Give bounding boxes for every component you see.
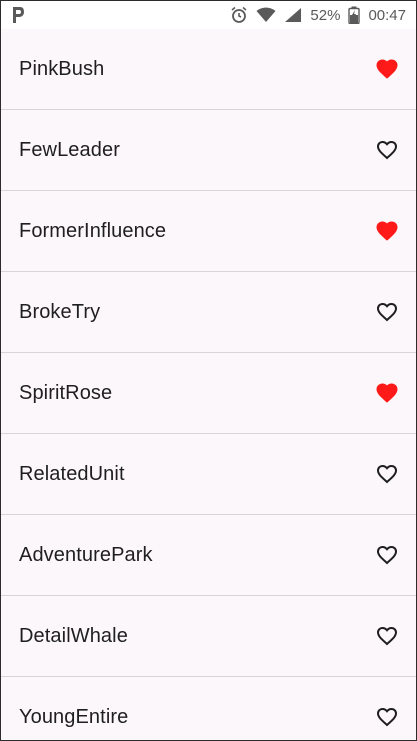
signal-icon bbox=[284, 7, 302, 23]
heart-filled-icon[interactable] bbox=[374, 56, 400, 82]
alarm-icon bbox=[230, 6, 248, 24]
heart-outline-icon[interactable] bbox=[374, 461, 400, 487]
item-label: DetailWhale bbox=[19, 624, 128, 647]
list-item[interactable]: YoungEntire bbox=[1, 677, 416, 740]
item-label: FewLeader bbox=[19, 138, 120, 161]
item-label: PinkBush bbox=[19, 57, 105, 80]
p-logo-icon bbox=[11, 6, 25, 24]
list-item[interactable]: FormerInfluence bbox=[1, 191, 416, 272]
battery-percent: 52% bbox=[310, 6, 341, 24]
list-item[interactable]: AdventurePark bbox=[1, 515, 416, 596]
heart-outline-icon[interactable] bbox=[374, 542, 400, 568]
heart-outline-icon[interactable] bbox=[374, 704, 400, 730]
heart-outline-icon[interactable] bbox=[374, 623, 400, 649]
wifi-icon bbox=[256, 7, 276, 23]
item-label: FormerInfluence bbox=[19, 219, 167, 242]
status-right: 52% 00:47 bbox=[230, 6, 406, 24]
heart-filled-icon[interactable] bbox=[374, 380, 400, 406]
heart-outline-icon[interactable] bbox=[374, 137, 400, 163]
status-time: 00:47 bbox=[368, 6, 406, 24]
status-bar: 52% 00:47 bbox=[1, 1, 416, 29]
item-label: BrokeTry bbox=[19, 300, 101, 323]
item-label: SpiritRose bbox=[19, 381, 113, 404]
item-list: PinkBush FewLeader FormerInfluence Broke… bbox=[1, 29, 416, 740]
list-item[interactable]: DetailWhale bbox=[1, 596, 416, 677]
list-item[interactable]: BrokeTry bbox=[1, 272, 416, 353]
item-label: RelatedUnit bbox=[19, 462, 125, 485]
list-item[interactable]: SpiritRose bbox=[1, 353, 416, 434]
item-label: YoungEntire bbox=[19, 705, 129, 728]
battery-charging-icon bbox=[348, 6, 361, 24]
heart-outline-icon[interactable] bbox=[374, 299, 400, 325]
item-label: AdventurePark bbox=[19, 543, 153, 566]
status-left bbox=[11, 6, 25, 24]
app-screen: 52% 00:47 PinkBush FewLeader FormerInflu… bbox=[0, 0, 417, 741]
list-item[interactable]: FewLeader bbox=[1, 110, 416, 191]
list-item[interactable]: PinkBush bbox=[1, 29, 416, 110]
heart-filled-icon[interactable] bbox=[374, 218, 400, 244]
list-item[interactable]: RelatedUnit bbox=[1, 434, 416, 515]
